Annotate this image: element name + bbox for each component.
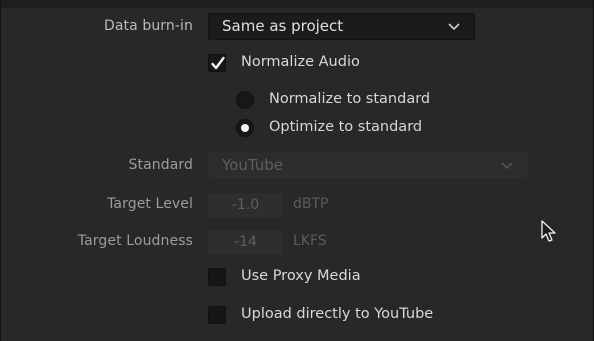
target-loudness-unit: LKFS <box>293 233 327 249</box>
standard-dropdown[interactable]: YouTube <box>208 152 528 179</box>
target-loudness-field[interactable]: -14 <box>208 230 283 255</box>
normalize-audio-checkbox[interactable] <box>208 54 226 72</box>
target-loudness-label: Target Loudness <box>77 233 193 249</box>
normalize-audio-label: Normalize Audio <box>241 54 360 70</box>
use-proxy-media-label: Use Proxy Media <box>241 268 361 284</box>
normalize-to-standard-radio[interactable] <box>236 91 254 109</box>
upload-youtube-label: Upload directly to YouTube <box>241 306 434 322</box>
upload-youtube-checkbox[interactable] <box>208 306 226 324</box>
use-proxy-media-checkbox[interactable] <box>208 268 226 286</box>
data-burn-in-dropdown[interactable]: Same as project <box>208 13 475 40</box>
mouse-pointer-icon <box>541 220 556 242</box>
optimize-to-standard-radio[interactable] <box>236 119 254 137</box>
target-level-label: Target Level <box>107 196 193 212</box>
chevron-down-icon <box>501 162 513 170</box>
target-level-unit: dBTP <box>293 196 329 212</box>
data-burn-in-value: Same as project <box>222 17 344 35</box>
chevron-down-icon <box>448 23 460 31</box>
render-settings-panel: Data burn-in Same as project Normalize A… <box>0 0 594 341</box>
target-level-field[interactable]: -1.0 <box>208 193 283 218</box>
standard-label: Standard <box>128 157 193 173</box>
normalize-to-standard-label: Normalize to standard <box>269 91 431 107</box>
data-burn-in-label: Data burn-in <box>103 18 193 34</box>
optimize-to-standard-label: Optimize to standard <box>269 119 423 135</box>
checkmark-icon <box>211 56 225 70</box>
standard-value: YouTube <box>222 156 283 174</box>
